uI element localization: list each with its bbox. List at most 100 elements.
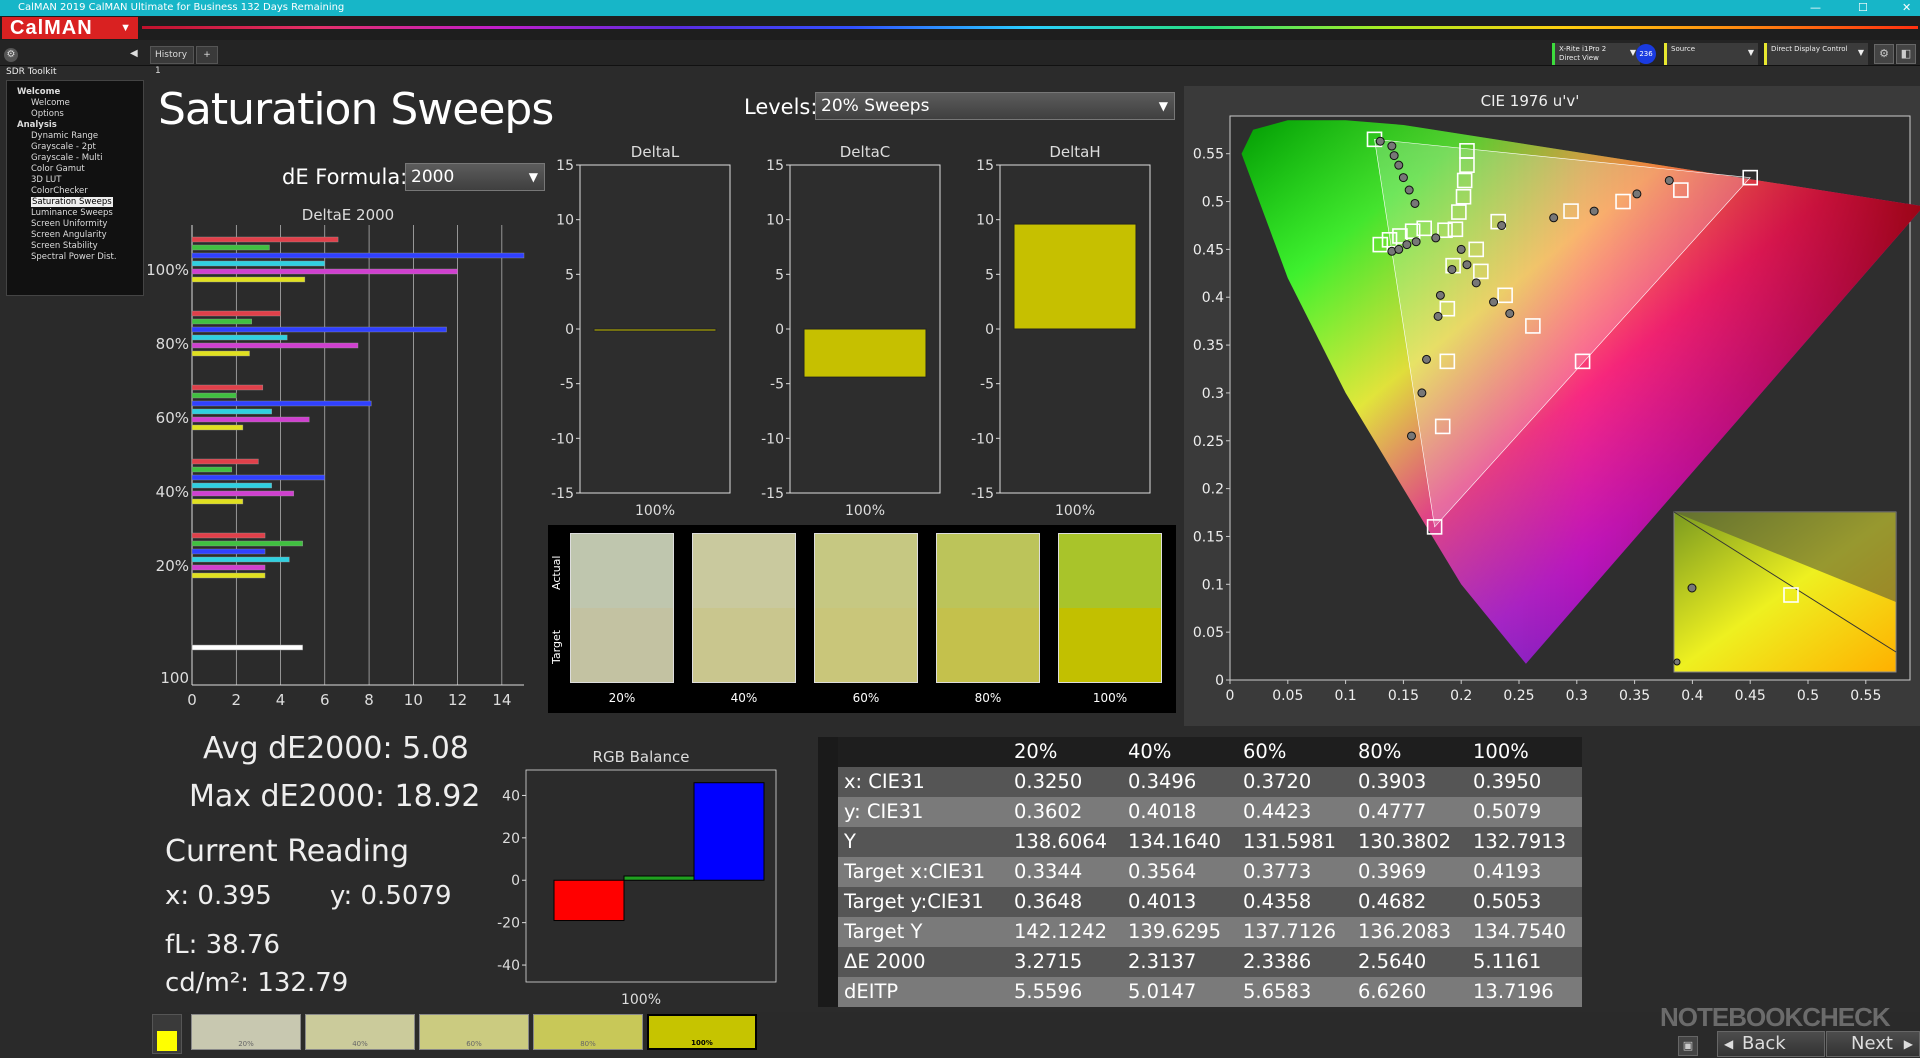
bar (191, 268, 458, 275)
x-tick-label: 0.4 (1681, 688, 1703, 704)
table-cell: 0.3773 (1243, 860, 1312, 883)
x-tick-label: 0.55 (1850, 688, 1881, 704)
swatch-label: 60% (466, 1040, 482, 1048)
back-label: Back (1742, 1033, 1786, 1054)
de-formula-value: 2000 (411, 167, 455, 187)
close-button[interactable]: ✕ (1902, 0, 1911, 16)
add-tab-button[interactable]: + (196, 46, 218, 64)
x-tick-label: 0.15 (1388, 688, 1419, 704)
chevron-down-icon: ▼ (528, 170, 538, 184)
bar (191, 384, 264, 391)
y-tick-label: 100 (160, 669, 189, 687)
settings-icon[interactable]: ⚙ (1874, 44, 1894, 64)
x-tick-label: 4 (276, 691, 286, 709)
table-cell: 5.6583 (1243, 980, 1312, 1003)
actual-marker (1410, 198, 1420, 208)
sidebar-item[interactable]: Color Gamut (31, 164, 85, 174)
table-row: Target Y 142.1242 139.6295 137.7126 136.2083… (818, 917, 1582, 947)
y-tick-label: -5 (980, 377, 994, 393)
y-tick-label: 0 (985, 322, 994, 338)
y-tick-label: 15 (976, 158, 994, 174)
sidebar-item[interactable]: 3D LUT (31, 175, 61, 185)
sidebar-item[interactable]: Options (31, 109, 64, 119)
bar (191, 334, 288, 341)
save-icon[interactable]: ▣ (1678, 1036, 1698, 1056)
next-button[interactable]: Next ▶ (1826, 1031, 1920, 1057)
watermark: NOTEBOOKCHECK (1660, 1002, 1891, 1032)
bar (191, 276, 306, 283)
de-formula-dropdown[interactable]: 2000 ▼ (405, 163, 545, 191)
sidebar-item[interactable]: ColorChecker (31, 186, 88, 196)
bottom-swatch[interactable]: 20% (191, 1014, 301, 1050)
sidebar-item[interactable]: Grayscale - Multi (31, 153, 102, 163)
sidebar-item[interactable]: Screen Stability (31, 241, 98, 251)
minimize-button[interactable]: — (1810, 0, 1821, 16)
table-cell: 0.3496 (1128, 770, 1197, 793)
sidebar-item[interactable]: Grayscale - 2pt (31, 142, 96, 152)
bottom-swatch[interactable]: 100% (647, 1014, 757, 1050)
source-selector[interactable]: Source ▼ (1664, 43, 1758, 65)
table-cell: 0.3950 (1473, 770, 1542, 793)
actual-marker (1433, 311, 1443, 321)
logo-text: CalMAN (10, 17, 93, 39)
bottom-swatch[interactable]: 60% (419, 1014, 529, 1050)
actual-marker (1394, 244, 1404, 254)
sidebar-item[interactable]: Screen Uniformity (31, 219, 107, 229)
data-table: 20% 40% 60% 80% 100% x: CIE31 0.3250 0.3496 0.37… (818, 737, 1582, 1009)
app-logo[interactable]: CalMAN ▼ (2, 17, 138, 39)
table-cell: 5.0147 (1128, 980, 1197, 1003)
back-button[interactable]: ◀ Back (1717, 1031, 1825, 1057)
swatch-label: 40% (730, 691, 758, 705)
gear-icon[interactable]: ⚙ (4, 48, 18, 62)
display-selector[interactable]: Direct Display Control ▼ (1764, 43, 1868, 65)
table-cell: 0.4013 (1128, 890, 1197, 913)
tab-history-1[interactable]: History 1 (150, 46, 194, 76)
swatch-label: 100% (1092, 691, 1128, 705)
table-cell: 136.2083 (1358, 920, 1452, 943)
current-color-well[interactable] (152, 1014, 182, 1054)
target-swatch (937, 608, 1039, 682)
sidebar-item[interactable]: Dynamic Range (31, 131, 98, 141)
y-tick-label: 10 (766, 213, 784, 229)
bar (593, 328, 717, 332)
table-row: y: CIE31 0.3602 0.4018 0.4423 0.4777 0.5079 (818, 797, 1582, 827)
row-label: Y (844, 830, 856, 853)
sidebar-item[interactable]: Screen Angularity (31, 230, 107, 240)
row-marker (818, 737, 838, 767)
y-tick-label: 5 (565, 267, 574, 283)
y-tick-label: 0.4 (1202, 290, 1224, 306)
bar (191, 548, 266, 555)
x-tick-label: 14 (492, 691, 511, 709)
swatch-label: 60% (852, 691, 880, 705)
sidebar-item[interactable]: Saturation Sweeps (31, 197, 113, 207)
y-tick-label: 0.3 (1202, 386, 1224, 402)
table-cell: 0.4358 (1243, 890, 1312, 913)
maximize-button[interactable]: ☐ (1858, 0, 1868, 16)
meter-badge[interactable]: 236 (1636, 44, 1656, 64)
sidebar-item[interactable]: Analysis (17, 120, 57, 130)
swatch-pair (570, 533, 674, 683)
x-tick-label: 2 (231, 691, 241, 709)
meter-selector[interactable]: X-Rite i1Pro 2 Direct View ▼ (1552, 43, 1640, 65)
actual-marker (1431, 233, 1441, 243)
bar (191, 260, 326, 267)
table-cell: 130.3802 (1358, 830, 1452, 853)
bottom-swatch[interactable]: 40% (305, 1014, 415, 1050)
row-label: y: CIE31 (844, 800, 924, 823)
swatch-pair (1058, 533, 1162, 683)
bar (191, 458, 259, 465)
bottom-swatch[interactable]: 80% (533, 1014, 643, 1050)
sidebar-item[interactable]: Spectral Power Dist. (31, 252, 117, 262)
reading-y: y: 0.5079 (330, 881, 452, 911)
sidebar-item[interactable]: Welcome (17, 87, 60, 97)
levels-value: 20% Sweeps (821, 96, 930, 116)
levels-dropdown[interactable]: 20% Sweeps ▼ (815, 92, 1175, 120)
column-header: 80% (1358, 740, 1402, 763)
actual-marker (1404, 185, 1414, 195)
table-cell: 0.4423 (1243, 800, 1312, 823)
bar (191, 236, 339, 243)
menu-icon[interactable]: ◧ (1896, 44, 1916, 64)
collapse-left-icon[interactable]: ◀ (130, 48, 138, 59)
sidebar-item[interactable]: Luminance Sweeps (31, 208, 113, 218)
sidebar-item[interactable]: Welcome (31, 98, 70, 108)
